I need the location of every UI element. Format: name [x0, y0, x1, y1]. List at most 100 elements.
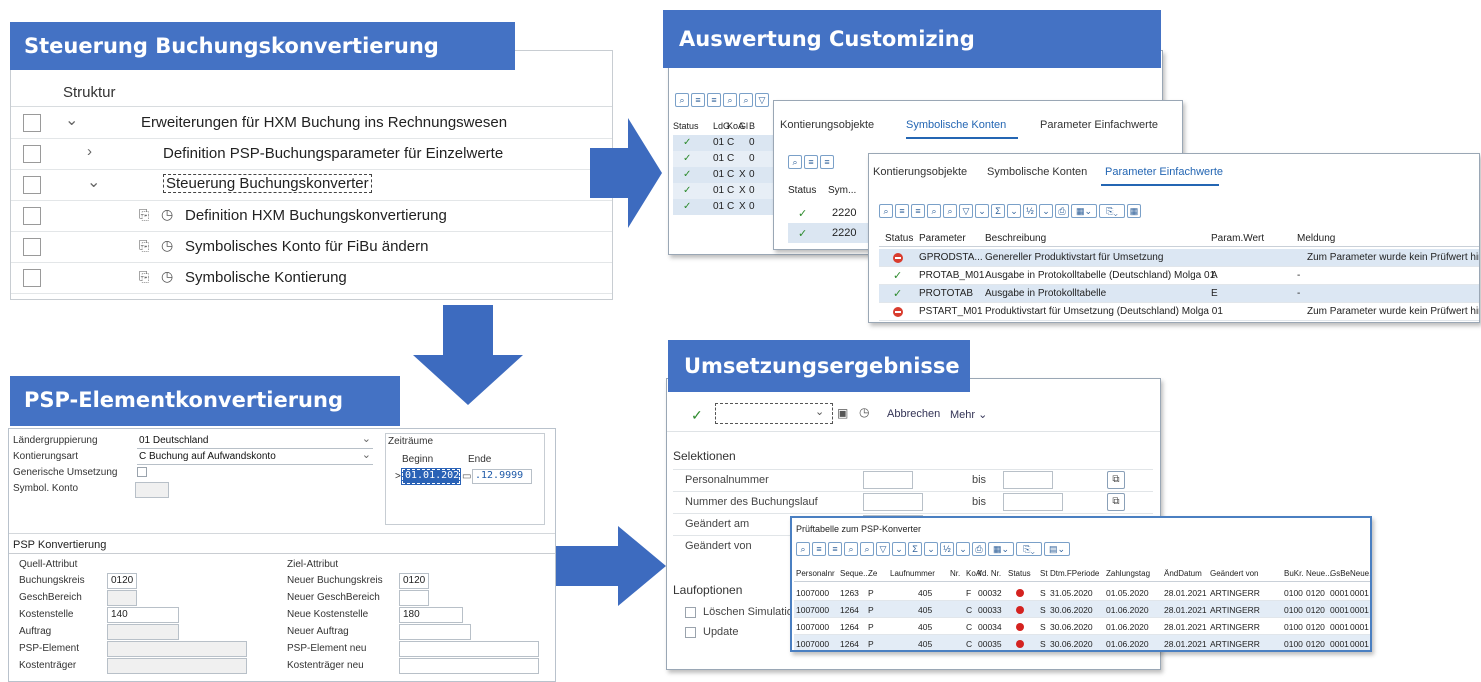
sum-icon[interactable]: Σ — [991, 204, 1005, 218]
tree-row-label[interactable]: Definition HXM Buchungskonvertierung — [185, 207, 447, 224]
beginn-input[interactable]: 01.01.2020 — [401, 468, 465, 485]
subtotal-icon[interactable]: ½ — [1023, 204, 1037, 218]
tree-row-label[interactable]: Symbolische Kontierung — [185, 269, 347, 286]
dropdown-icon[interactable]: ⌄ — [1007, 204, 1021, 218]
attribute-input[interactable]: 140 — [107, 607, 179, 623]
find-next-icon[interactable]: ⌕ — [739, 93, 753, 107]
attribute-input[interactable]: 180 — [399, 607, 463, 623]
attribute-input[interactable] — [399, 590, 429, 606]
row-checkbox[interactable] — [23, 238, 41, 256]
row-checkbox[interactable] — [23, 207, 41, 225]
symbol-konto-input[interactable] — [135, 482, 169, 498]
tree-row[interactable]: ⎘ ◷ Symbolische Kontierung — [11, 263, 612, 294]
attribute-input[interactable] — [107, 658, 247, 674]
align-right-icon[interactable]: ≡ — [707, 93, 721, 107]
row-checkbox[interactable] — [23, 269, 41, 287]
view-icon[interactable]: ▤⌄ — [1044, 542, 1070, 556]
find-next-icon[interactable]: ⌕ — [943, 204, 957, 218]
dropdown-icon[interactable]: ⌄ — [956, 542, 970, 556]
filter-icon[interactable]: ▽ — [959, 204, 973, 218]
align-right-icon[interactable]: ≡ — [911, 204, 925, 218]
dropdown-icon[interactable]: ⌄ — [1039, 204, 1053, 218]
align-icon[interactable]: ≡ — [895, 204, 909, 218]
row-checkbox[interactable] — [23, 176, 41, 194]
find-icon[interactable]: ⌕ — [844, 542, 858, 556]
chevron-down-icon[interactable]: ⌄ — [362, 432, 371, 445]
tree-row[interactable]: ⌄ Steuerung Buchungskonverter — [11, 170, 612, 201]
from-input[interactable] — [863, 471, 913, 489]
align-icon[interactable]: ≡ — [804, 155, 818, 169]
multiple-selection-icon[interactable]: ⧉ — [1107, 471, 1125, 489]
subtotal-icon[interactable]: ½ — [940, 542, 954, 556]
filter-icon[interactable]: ▽ — [876, 542, 890, 556]
attribute-input[interactable] — [399, 624, 471, 640]
tab-2[interactable]: Parameter Einfachwerte — [1040, 119, 1158, 131]
from-input[interactable] — [863, 493, 923, 511]
export-icon[interactable]: ⎘⌄ — [1016, 542, 1042, 556]
attribute-input[interactable] — [399, 658, 539, 674]
align-right-icon[interactable]: ≡ — [828, 542, 842, 556]
tab-2[interactable]: Parameter Einfachwerte — [1105, 166, 1223, 178]
align-icon[interactable]: ≡ — [691, 93, 705, 107]
tree-row-label[interactable]: Steuerung Buchungskonverter — [163, 174, 372, 193]
chevron-right-icon[interactable]: › — [87, 143, 92, 160]
multiple-selection-icon[interactable]: ⧉ — [1107, 493, 1125, 511]
find-next-icon[interactable]: ⌕ — [860, 542, 874, 556]
search-icon[interactable]: ⌕ — [788, 155, 802, 169]
find-icon[interactable]: ⌕ — [723, 93, 737, 107]
select-field[interactable]: C Buchung auf Aufwandskonto ⌄ — [137, 448, 373, 465]
row-checkbox[interactable] — [23, 145, 41, 163]
align-icon[interactable]: ≡ — [812, 542, 826, 556]
dropdown-icon[interactable]: ⌄ — [924, 542, 938, 556]
tree-row[interactable]: › Definition PSP-Buchungsparameter für Ei… — [11, 139, 612, 170]
tab-0[interactable]: Kontierungsobjekte — [780, 119, 874, 131]
search-icon[interactable]: ⌕ — [796, 542, 810, 556]
search-icon[interactable]: ⌕ — [675, 93, 689, 107]
tree-row[interactable]: ⎘ ◷ Definition HXM Buchungskonvertierung — [11, 201, 612, 232]
tab-1[interactable]: Symbolische Konten — [906, 119, 1006, 131]
to-input[interactable] — [1003, 471, 1053, 489]
print-icon[interactable]: ⎙ — [972, 542, 986, 556]
attribute-input[interactable] — [107, 590, 137, 606]
cancel-button[interactable]: Abbrechen — [887, 408, 940, 420]
dropdown-icon[interactable]: ⌄ — [892, 542, 906, 556]
tree-row-label[interactable]: Erweiterungen für HXM Buchung ins Rechnu… — [141, 114, 507, 131]
check-icon[interactable]: ✓ — [691, 407, 703, 424]
chevron-down-icon[interactable]: ⌄ — [65, 110, 78, 130]
tab-0[interactable]: Kontierungsobjekte — [873, 166, 967, 178]
attribute-input[interactable]: 0120 — [107, 573, 137, 589]
save-icon[interactable]: ▣ — [837, 406, 848, 420]
select-field[interactable]: 01 Deutschland ⌄ — [137, 432, 373, 449]
attribute-input[interactable] — [107, 624, 179, 640]
dropdown-icon[interactable]: ⌄ — [975, 204, 989, 218]
find-icon[interactable]: ⌕ — [927, 204, 941, 218]
more-button[interactable]: Mehr ⌄ — [950, 408, 987, 421]
ende-input[interactable]: .12.9999 — [472, 469, 532, 484]
print-icon[interactable]: ⎙ — [1055, 204, 1069, 218]
grid-icon[interactable]: ▦ — [1127, 204, 1141, 218]
attribute-input[interactable] — [107, 641, 247, 657]
layout-icon[interactable]: ▦⌄ — [1071, 204, 1097, 218]
row-checkbox[interactable] — [23, 114, 41, 132]
to-input[interactable] — [1003, 493, 1063, 511]
generic-checkbox[interactable] — [137, 467, 147, 477]
chevron-down-icon[interactable]: ⌄ — [362, 448, 371, 461]
tree-row[interactable]: ⌄ Erweiterungen für HXM Buchung ins Rechn… — [11, 108, 612, 139]
tree-row-label[interactable]: Symbolisches Konto für FiBu ändern — [185, 238, 428, 255]
search-icon[interactable]: ⌕ — [879, 204, 893, 218]
chevron-down-icon[interactable]: ⌄ — [815, 405, 824, 418]
tab-1[interactable]: Symbolische Konten — [987, 166, 1087, 178]
calendar-icon[interactable]: ▭ — [462, 471, 471, 482]
tree-row[interactable]: ⎘ ◷ Symbolisches Konto für FiBu ändern — [11, 232, 612, 263]
clock-icon[interactable]: ◷ — [859, 405, 869, 419]
align-right-icon[interactable]: ≡ — [820, 155, 834, 169]
option-checkbox[interactable] — [685, 607, 696, 618]
sum-icon[interactable]: Σ — [908, 542, 922, 556]
tree-row-label[interactable]: Definition PSP-Buchungsparameter für Ein… — [163, 145, 503, 162]
filter-icon[interactable]: ▽ — [755, 93, 769, 107]
chevron-down-icon[interactable]: ⌄ — [87, 172, 100, 192]
export-icon[interactable]: ⎘⌄ — [1099, 204, 1125, 218]
layout-icon[interactable]: ▦⌄ — [988, 542, 1014, 556]
option-checkbox[interactable] — [685, 627, 696, 638]
attribute-input[interactable]: 0120 — [399, 573, 429, 589]
